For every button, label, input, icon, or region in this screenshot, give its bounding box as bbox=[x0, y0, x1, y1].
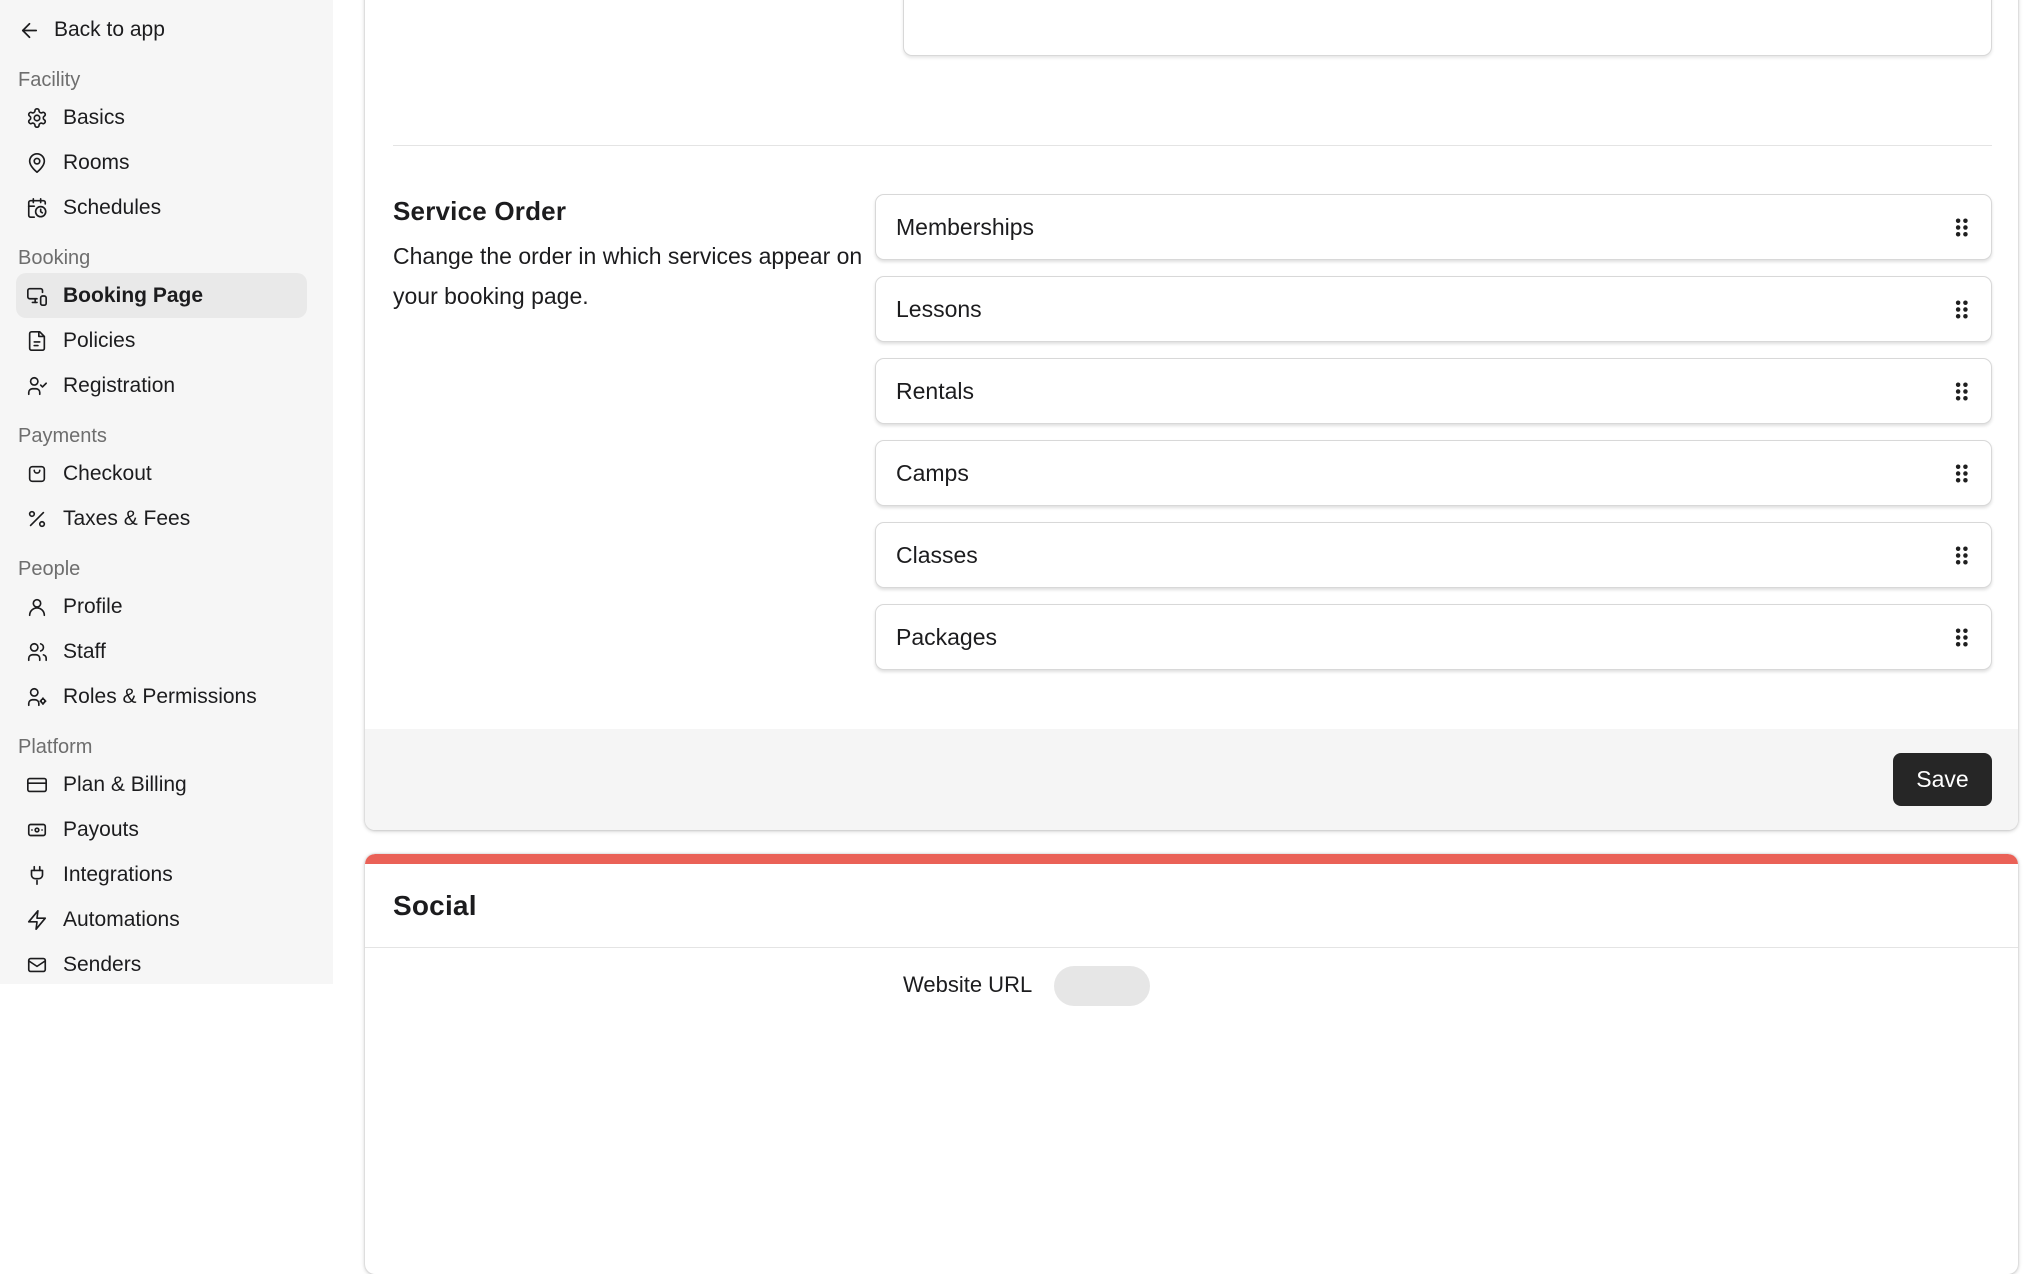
sidebar-item-label: Plan & Billing bbox=[63, 772, 187, 796]
sidebar-item-label: Checkout bbox=[63, 461, 152, 485]
sidebar-section-heading: Payments bbox=[18, 424, 107, 447]
form-field-box[interactable] bbox=[903, 0, 1992, 56]
gear-icon bbox=[26, 107, 48, 129]
sidebar-item-label: Booking Page bbox=[63, 283, 204, 307]
page: { "sidebar": { "back": { "label": "Back … bbox=[0, 0, 2044, 1274]
grip-vertical-icon[interactable] bbox=[1948, 214, 1975, 241]
sidebar-section-heading: People bbox=[18, 557, 81, 580]
sidebar-item-integrations[interactable]: Integrations bbox=[16, 852, 307, 897]
social-card-header: Social bbox=[365, 864, 2018, 948]
accent-bar bbox=[365, 854, 2018, 864]
mail-icon bbox=[26, 954, 48, 976]
sidebar-item-registration[interactable]: Registration bbox=[16, 363, 307, 408]
grip-vertical-icon[interactable] bbox=[1948, 296, 1975, 323]
sidebar-item-checkout[interactable]: Checkout bbox=[16, 451, 307, 496]
sidebar-item-taxes-fees[interactable]: Taxes & Fees bbox=[16, 496, 307, 541]
zap-icon bbox=[26, 909, 48, 931]
sidebar-item-senders[interactable]: Senders bbox=[16, 942, 307, 987]
social-card-body: Website URL bbox=[365, 948, 2018, 1006]
card-footer: Save bbox=[365, 729, 2018, 830]
service-label: Camps bbox=[896, 459, 969, 486]
service-row-memberships[interactable]: Memberships bbox=[875, 194, 1992, 260]
user-gear-icon bbox=[26, 686, 48, 708]
main-content: Service Order Change the order in which … bbox=[333, 0, 2044, 1274]
service-label: Memberships bbox=[896, 213, 1035, 240]
service-order-info: Service Order Change the order in which … bbox=[365, 194, 875, 686]
sidebar-item-staff[interactable]: Staff bbox=[16, 629, 307, 674]
sidebar-item-label: Policies bbox=[63, 328, 136, 352]
sidebar-item-automations[interactable]: Automations bbox=[16, 897, 307, 942]
back-to-app-label: Back to app bbox=[54, 18, 165, 41]
sidebar-item-policies[interactable]: Policies bbox=[16, 318, 307, 363]
sidebar-item-rooms[interactable]: Rooms bbox=[16, 140, 307, 185]
sidebar-item-label: Integrations bbox=[63, 862, 173, 886]
sidebar-item-basics[interactable]: Basics bbox=[16, 95, 307, 140]
sidebar-item-payouts[interactable]: Payouts bbox=[16, 807, 307, 852]
service-label: Packages bbox=[896, 623, 998, 650]
sidebar-item-schedules[interactable]: Schedules bbox=[16, 185, 307, 230]
file-text-icon bbox=[26, 330, 48, 352]
credit-card-icon bbox=[26, 774, 48, 796]
banknote-icon bbox=[26, 819, 48, 841]
website-url-badge bbox=[1054, 966, 1151, 1006]
sidebar-item-label: Automations bbox=[63, 907, 180, 931]
service-label: Lessons bbox=[896, 295, 982, 322]
sidebar: Back to app Facility Basics Rooms Schedules… bbox=[0, 0, 333, 984]
save-button[interactable]: Save bbox=[1893, 753, 1992, 806]
grip-vertical-icon[interactable] bbox=[1948, 460, 1975, 487]
grip-vertical-icon[interactable] bbox=[1948, 378, 1975, 405]
sidebar-item-profile[interactable]: Profile bbox=[16, 584, 307, 629]
sidebar-item-label: Taxes & Fees bbox=[63, 506, 191, 530]
sidebar-item-plan-billing[interactable]: Plan & Billing bbox=[16, 762, 307, 807]
service-row-camps[interactable]: Camps bbox=[875, 440, 1992, 506]
monitor-smartphone-icon bbox=[26, 285, 48, 307]
sidebar-item-booking-page[interactable]: Booking Page bbox=[16, 273, 307, 318]
service-row-rentals[interactable]: Rentals bbox=[875, 358, 1992, 424]
user-icon bbox=[26, 596, 48, 618]
arrow-left-icon bbox=[18, 19, 41, 42]
user-check-icon bbox=[26, 375, 48, 397]
plug-icon bbox=[26, 864, 48, 886]
section-divider bbox=[393, 145, 1992, 146]
sidebar-section-heading: Platform bbox=[18, 735, 93, 758]
sidebar-item-label: Payouts bbox=[63, 817, 139, 841]
users-icon bbox=[26, 641, 48, 663]
sidebar-item-label: Schedules bbox=[63, 195, 162, 219]
sidebar-item-label: Profile bbox=[63, 594, 123, 618]
grip-vertical-icon[interactable] bbox=[1948, 542, 1975, 569]
sidebar-item-label: Roles & Permissions bbox=[63, 684, 257, 708]
sidebar-section-heading: Booking bbox=[18, 246, 91, 269]
sidebar-item-label: Staff bbox=[63, 639, 106, 663]
social-title: Social bbox=[393, 889, 477, 921]
shopping-bag-icon bbox=[26, 463, 48, 485]
percent-icon bbox=[26, 508, 48, 530]
service-order-section: Service Order Change the order in which … bbox=[365, 194, 2018, 686]
service-order-list: Memberships Lessons Rentals Camps Classes Pac… bbox=[875, 194, 1992, 686]
service-row-lessons[interactable]: Lessons bbox=[875, 276, 1992, 342]
sidebar-item-label: Rooms bbox=[63, 150, 130, 174]
sidebar-item-label: Senders bbox=[63, 952, 142, 976]
back-to-app-button[interactable]: Back to app bbox=[16, 8, 307, 52]
service-label: Classes bbox=[896, 541, 978, 568]
booking-page-settings-card: Service Order Change the order in which … bbox=[365, 0, 2018, 830]
sidebar-item-roles-permissions[interactable]: Roles & Permissions bbox=[16, 674, 307, 719]
grip-vertical-icon[interactable] bbox=[1948, 624, 1975, 651]
social-card: Social Website URL bbox=[365, 854, 2018, 1274]
service-label: Rentals bbox=[896, 377, 974, 404]
service-row-classes[interactable]: Classes bbox=[875, 522, 1992, 588]
sidebar-item-label: Registration bbox=[63, 373, 176, 397]
sidebar-sections: Facility Basics Rooms Schedules Booking Booki… bbox=[16, 65, 307, 987]
website-url-label: Website URL bbox=[903, 972, 1033, 997]
sidebar-section-heading: Facility bbox=[18, 68, 81, 91]
service-order-description: Change the order in which services appea… bbox=[393, 243, 863, 309]
calendar-clock-icon bbox=[26, 197, 48, 219]
service-order-title: Service Order bbox=[393, 196, 567, 226]
service-row-packages[interactable]: Packages bbox=[875, 604, 1992, 670]
sidebar-item-label: Basics bbox=[63, 105, 125, 129]
map-pin-icon bbox=[26, 152, 48, 174]
